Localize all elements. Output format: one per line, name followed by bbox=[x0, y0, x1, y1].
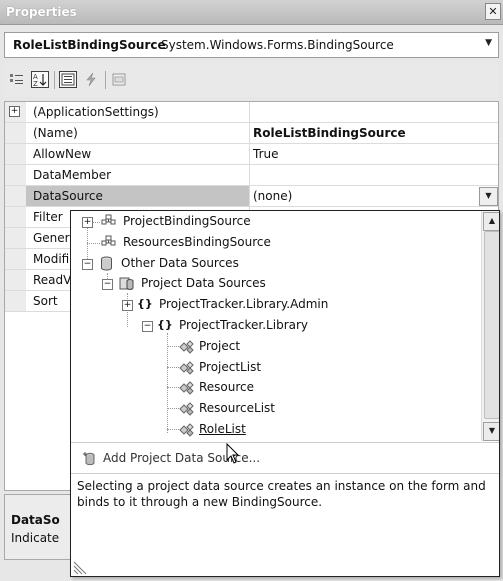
properties-button[interactable] bbox=[59, 71, 77, 88]
tree-node-project-data-sources[interactable]: − Project Data Sources bbox=[71, 274, 371, 294]
namespace-icon: {} bbox=[137, 297, 153, 310]
selected-object-type: System.Windows.Forms.BindingSource bbox=[161, 38, 394, 52]
toolbar-separator bbox=[105, 71, 106, 89]
data-source-tree: + ProjectBindingSource ResourcesBindingS… bbox=[71, 211, 480, 441]
collapse-icon[interactable]: − bbox=[82, 259, 93, 270]
tree-node-label: Resource bbox=[199, 380, 255, 394]
property-value[interactable]: True bbox=[253, 147, 279, 161]
chevron-down-icon: ▼ bbox=[488, 426, 496, 435]
close-button[interactable]: ✕ bbox=[485, 3, 501, 20]
description-text: Indicate bbox=[11, 531, 60, 545]
properties-toolbar: A Z bbox=[4, 63, 499, 97]
property-row-datasource[interactable]: DataSource (none) ▼ bbox=[5, 186, 498, 207]
property-name: (Name) bbox=[26, 123, 250, 143]
property-name: DataSource bbox=[26, 186, 250, 206]
expand-icon[interactable]: + bbox=[9, 106, 20, 117]
tree-node-resourcesbindingsource[interactable]: ResourcesBindingSource bbox=[71, 233, 371, 253]
scroll-up-button[interactable]: ▲ bbox=[483, 212, 499, 231]
class-icon bbox=[179, 381, 194, 395]
toolbar-separator bbox=[54, 71, 55, 89]
class-icon bbox=[179, 361, 194, 375]
chevron-down-icon: ▼ bbox=[485, 191, 492, 200]
tree-node-resourcelist[interactable]: ResourceList bbox=[71, 399, 371, 419]
class-icon bbox=[179, 402, 194, 416]
properties-icon bbox=[61, 73, 75, 86]
tree-node-other-data-sources[interactable]: − Other Data Sources bbox=[71, 254, 371, 274]
property-row[interactable]: (Name) RoleListBindingSource bbox=[5, 123, 498, 144]
events-button[interactable] bbox=[82, 71, 100, 88]
binding-source-icon bbox=[101, 235, 116, 246]
database-icon bbox=[101, 256, 112, 271]
tree-node-label: ProjectTracker.Library bbox=[179, 318, 309, 332]
tree-scrollbar[interactable]: ▲ ▼ bbox=[481, 211, 499, 441]
collapse-icon[interactable]: − bbox=[102, 279, 113, 290]
property-value[interactable]: RoleListBindingSource bbox=[253, 126, 406, 140]
property-name: DataMember bbox=[26, 165, 250, 185]
tree-node-label: RoleList bbox=[199, 422, 246, 436]
resize-grip-icon[interactable] bbox=[73, 561, 87, 575]
scroll-thumb[interactable] bbox=[484, 231, 499, 419]
categorized-button[interactable] bbox=[8, 71, 26, 88]
property-pages-icon bbox=[112, 73, 126, 86]
tree-node-label: ResourceList bbox=[199, 401, 276, 415]
tree-node-projectbindingsource[interactable]: + ProjectBindingSource bbox=[71, 212, 371, 232]
tree-node-projecttracker-library[interactable]: − {} ProjectTracker.Library bbox=[71, 316, 401, 336]
selected-object-name: RoleListBindingSource bbox=[13, 38, 166, 52]
tree-node-label: ProjectBindingSource bbox=[123, 214, 251, 228]
tree-node-label: ProjectTracker.Library.Admin bbox=[159, 297, 329, 311]
add-data-source-icon bbox=[83, 452, 95, 466]
tree-node-rolelist[interactable]: RoleList bbox=[71, 420, 371, 440]
class-icon bbox=[179, 340, 194, 354]
namespace-icon: {} bbox=[157, 318, 173, 331]
project-data-sources-icon bbox=[119, 277, 134, 290]
property-row[interactable]: DataMember bbox=[5, 165, 498, 186]
object-selector[interactable]: RoleListBindingSource System.Windows.For… bbox=[4, 32, 499, 58]
chevron-down-icon[interactable]: ▼ bbox=[485, 38, 492, 48]
tree-node-project[interactable]: Project bbox=[71, 337, 371, 357]
scroll-down-button[interactable]: ▼ bbox=[483, 422, 499, 441]
add-project-data-source-link[interactable]: Add Project Data Source... bbox=[71, 442, 499, 473]
expand-icon[interactable]: + bbox=[82, 217, 93, 228]
property-row[interactable]: AllowNew True bbox=[5, 144, 498, 165]
tree-node-resource[interactable]: Resource bbox=[71, 378, 371, 398]
tree-node-label: ResourcesBindingSource bbox=[123, 235, 271, 249]
property-name: AllowNew bbox=[26, 144, 250, 164]
tree-node-label: Other Data Sources bbox=[121, 256, 239, 270]
datasource-picker-popup: + ProjectBindingSource ResourcesBindingS… bbox=[70, 210, 500, 577]
tree-node-label: ProjectList bbox=[199, 360, 262, 374]
tree-node-projecttracker-library-admin[interactable]: + {} ProjectTracker.Library.Admin bbox=[71, 295, 401, 315]
chevron-up-icon: ▲ bbox=[488, 216, 496, 225]
events-icon bbox=[86, 72, 96, 87]
tree-node-projectlist[interactable]: ProjectList bbox=[71, 358, 371, 378]
expand-icon[interactable]: + bbox=[122, 300, 133, 311]
mouse-pointer-icon bbox=[226, 443, 240, 464]
alphabetical-icon: A Z bbox=[33, 73, 47, 88]
collapse-icon[interactable]: − bbox=[142, 321, 153, 332]
class-icon bbox=[179, 423, 194, 437]
svg-text:Z: Z bbox=[33, 80, 38, 87]
categorized-icon bbox=[10, 74, 23, 84]
tree-node-label: Project bbox=[199, 339, 241, 353]
property-value[interactable]: (none) bbox=[253, 189, 292, 203]
binding-source-icon bbox=[101, 214, 116, 225]
property-name: (ApplicationSettings) bbox=[26, 102, 250, 122]
title-bar: Properties ✕ bbox=[0, 0, 503, 25]
tree-node-label: Project Data Sources bbox=[141, 276, 266, 290]
alphabetical-button[interactable]: A Z bbox=[31, 71, 49, 88]
description-title: DataSo bbox=[11, 513, 60, 527]
property-row[interactable]: + (ApplicationSettings) bbox=[5, 102, 498, 123]
datasource-dropdown-button[interactable]: ▼ bbox=[479, 187, 498, 206]
window-title: Properties bbox=[6, 5, 77, 19]
popup-help-text: Selecting a project data source creates … bbox=[71, 473, 499, 537]
property-pages-button[interactable] bbox=[110, 71, 128, 88]
